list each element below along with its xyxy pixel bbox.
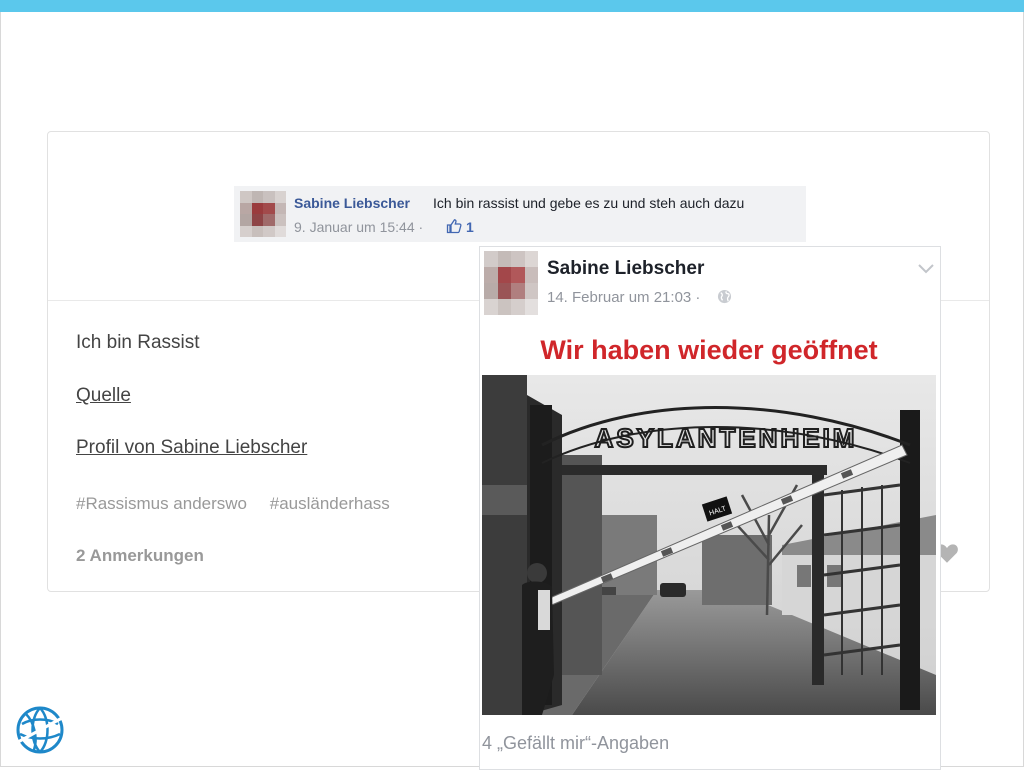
gate-photo: ASYLANTENHEIM HALT bbox=[482, 375, 936, 715]
post-like-count[interactable]: 4 „Gefällt mir“-Angaben bbox=[482, 733, 669, 754]
tag-auslaenderhass[interactable]: #ausländerhass bbox=[270, 494, 390, 513]
source-link[interactable]: Quelle bbox=[76, 385, 131, 407]
image-headline: Wir haben wieder geöffnet bbox=[540, 335, 878, 365]
post-author[interactable]: Sabine Liebscher bbox=[547, 258, 704, 280]
post-title: Ich bin Rassist bbox=[76, 332, 200, 353]
gate-sign-text: ASYLANTENHEIM bbox=[595, 423, 858, 453]
chevron-down-icon[interactable] bbox=[917, 263, 935, 275]
post-timestamp[interactable]: 14. Februar um 21:03 · bbox=[547, 289, 700, 306]
comment-text: Ich bin rassist und gebe es zu und steh … bbox=[433, 195, 745, 211]
comment-like-count: 1 bbox=[466, 219, 474, 235]
tag-rassismus[interactable]: #Rassismus anderswo bbox=[76, 494, 247, 513]
top-accent-bar bbox=[0, 0, 1024, 12]
facebook-comment: Sabine Liebscher Ich bin rassist und geb… bbox=[234, 186, 806, 242]
avatar bbox=[240, 191, 286, 237]
notes-count[interactable]: 2 Anmerkungen bbox=[76, 546, 204, 566]
post-image[interactable]: Wir haben wieder geöffnet ASYLANTENHEIM … bbox=[482, 329, 936, 715]
post-avatar[interactable] bbox=[484, 251, 538, 315]
profile-link[interactable]: Profil von Sabine Liebscher bbox=[76, 437, 307, 459]
comment-timestamp[interactable]: 9. Januar um 15:44 · bbox=[294, 219, 423, 235]
like-icon[interactable] bbox=[446, 218, 462, 234]
globe-logo-icon bbox=[16, 706, 64, 754]
tag-list: #Rassismus anderswo #ausländerhass bbox=[76, 494, 408, 514]
facebook-post: Sabine Liebscher 14. Februar um 21:03 · … bbox=[479, 246, 941, 770]
comment-author[interactable]: Sabine Liebscher bbox=[294, 195, 410, 211]
globe-icon bbox=[717, 289, 732, 304]
